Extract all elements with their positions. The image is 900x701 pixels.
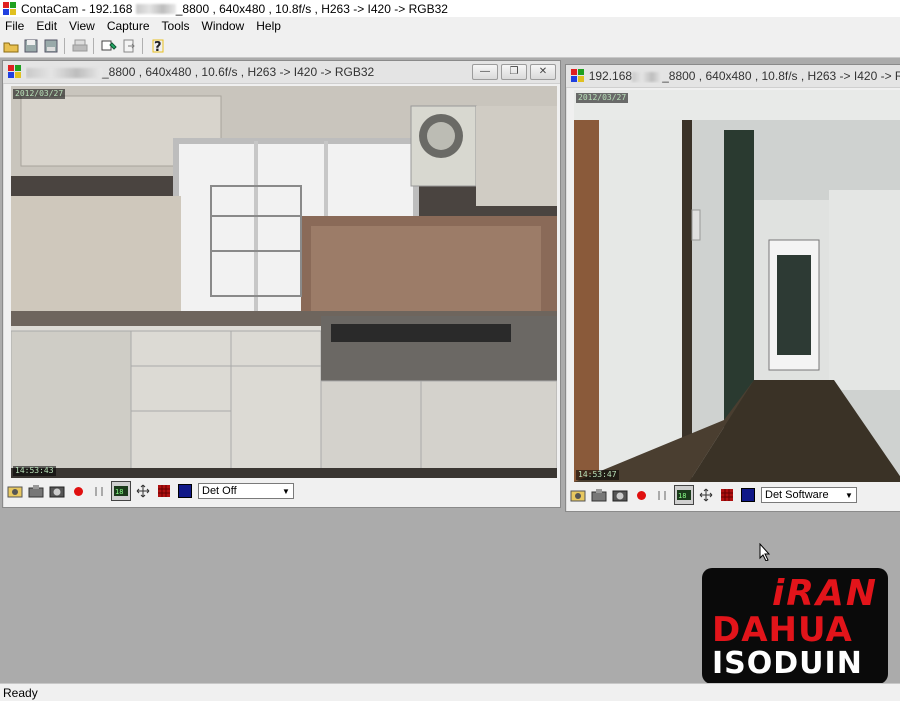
ip-redacted (135, 4, 176, 15)
camera-window-2-titlebar[interactable]: 192.168 _8800 , 640x480 , 10.8f/s , H263 … (566, 65, 900, 88)
contacam-window-icon (571, 69, 585, 83)
camera-1-time-stamp: 14:53:43 (13, 466, 56, 476)
svg-text:?: ? (154, 40, 162, 53)
chevron-down-icon: ▼ (845, 490, 853, 500)
camera-2-date-stamp: 2012/03/27 (576, 93, 629, 103)
camera-2-control-bar: 18 Det Software ▼ (566, 484, 857, 506)
close-icon[interactable]: ✕ (530, 64, 556, 80)
pause-button[interactable] (653, 486, 671, 504)
main-toolbar: ? (0, 35, 900, 58)
settings-icon[interactable] (100, 37, 118, 55)
status-bar: Ready (0, 683, 900, 701)
app-title-bar: ContaCam - 192.168 _8800 , 640x480 , 10.… (0, 0, 900, 17)
camera-snapshot-icon[interactable] (48, 482, 66, 500)
camera-1-control-bar: 18 Det Off ▼ (3, 480, 294, 502)
camera-window-1: _8800 , 640x480 , 10.6f/s , H263 -> I420… (2, 60, 561, 508)
camera-window-2-title: 192.168 _8800 , 640x480 , 10.8f/s , H263 … (588, 69, 900, 83)
save-all-icon[interactable] (42, 37, 60, 55)
menu-bar: File Edit View Capture Tools Window Help (0, 17, 900, 35)
camera-feed-hallway: 2012/03/27 14:53:47 (574, 90, 900, 482)
menu-file[interactable]: File (0, 19, 30, 33)
toolbar-separator (93, 38, 94, 54)
color-picker-icon[interactable] (176, 482, 194, 500)
record-button[interactable] (632, 486, 650, 504)
camera-1-date-stamp: 2012/03/27 (13, 89, 66, 99)
status-text: Ready (3, 685, 38, 700)
app-title: ContaCam - 192.168 _8800 , 640x480 , 10.… (21, 1, 448, 16)
minimize-icon[interactable]: — (472, 64, 498, 80)
snapshot-settings-icon[interactable] (27, 482, 45, 500)
detection-zones-icon[interactable] (718, 486, 736, 504)
kitchen-scene-image (11, 86, 557, 478)
contacam-app-icon (3, 1, 17, 16)
iran-dahua-watermark-logo: iRAN DAHUA ISODUIN (702, 568, 888, 684)
open-icon[interactable] (2, 37, 20, 55)
snapshot-settings-icon[interactable] (590, 486, 608, 504)
save-icon[interactable] (22, 37, 40, 55)
record-icon (73, 486, 83, 496)
menu-window[interactable]: Window (196, 19, 251, 33)
move-detection-zone-icon[interactable] (134, 482, 152, 500)
camera-settings-icon[interactable] (6, 482, 24, 500)
camera-window-2: 192.168 _8800 , 640x480 , 10.8f/s , H263 … (565, 64, 900, 512)
camera-window-1-title: _8800 , 640x480 , 10.6f/s , H263 -> I420… (26, 65, 374, 79)
pause-button[interactable] (90, 482, 108, 500)
camera-settings-icon[interactable] (569, 486, 587, 504)
window-controls: — ❐ ✕ (472, 64, 556, 80)
svg-text:18: 18 (115, 488, 123, 496)
camera-snapshot-icon[interactable] (611, 486, 629, 504)
detection-mode-value: Det Software (765, 489, 829, 501)
logo-line-3: ISODUIN (712, 646, 863, 681)
restore-icon[interactable]: ❐ (501, 64, 527, 80)
color-picker-icon[interactable] (739, 486, 757, 504)
ip-redacted (632, 71, 663, 82)
logo-line-2: DAHUA (712, 610, 853, 650)
record-icon (636, 490, 646, 500)
toolbar-separator (64, 38, 65, 54)
print-icon[interactable] (71, 37, 89, 55)
mouse-cursor-icon (759, 543, 771, 561)
menu-capture[interactable]: Capture (101, 19, 156, 33)
record-button[interactable] (69, 482, 87, 500)
camera-feed-kitchen: 2012/03/27 14:53:43 (11, 86, 557, 478)
camera-2-time-stamp: 14:53:47 (576, 470, 619, 480)
timestamp-toggle-icon[interactable]: 18 (111, 481, 131, 501)
detection-mode-select[interactable]: Det Off ▼ (198, 483, 294, 499)
move-detection-zone-icon[interactable] (697, 486, 715, 504)
export-icon[interactable] (120, 37, 138, 55)
hallway-scene-image (574, 90, 900, 482)
pause-icon (95, 486, 103, 496)
menu-help[interactable]: Help (250, 19, 287, 33)
ip-redacted (26, 67, 102, 78)
detection-zones-icon[interactable] (155, 482, 173, 500)
detection-mode-select[interactable]: Det Software ▼ (761, 487, 857, 503)
camera-window-1-titlebar[interactable]: _8800 , 640x480 , 10.6f/s , H263 -> I420… (3, 61, 560, 84)
menu-tools[interactable]: Tools (156, 19, 196, 33)
pause-icon (658, 490, 666, 500)
contacam-window-icon (8, 65, 22, 79)
about-icon[interactable]: ? (149, 37, 167, 55)
svg-text:18: 18 (678, 492, 686, 500)
timestamp-toggle-icon[interactable]: 18 (674, 485, 694, 505)
chevron-down-icon: ▼ (282, 486, 290, 496)
toolbar-separator (142, 38, 143, 54)
logo-line-1: iRAN (771, 573, 878, 614)
menu-view[interactable]: View (63, 19, 101, 33)
menu-edit[interactable]: Edit (30, 19, 63, 33)
detection-mode-value: Det Off (202, 485, 237, 497)
